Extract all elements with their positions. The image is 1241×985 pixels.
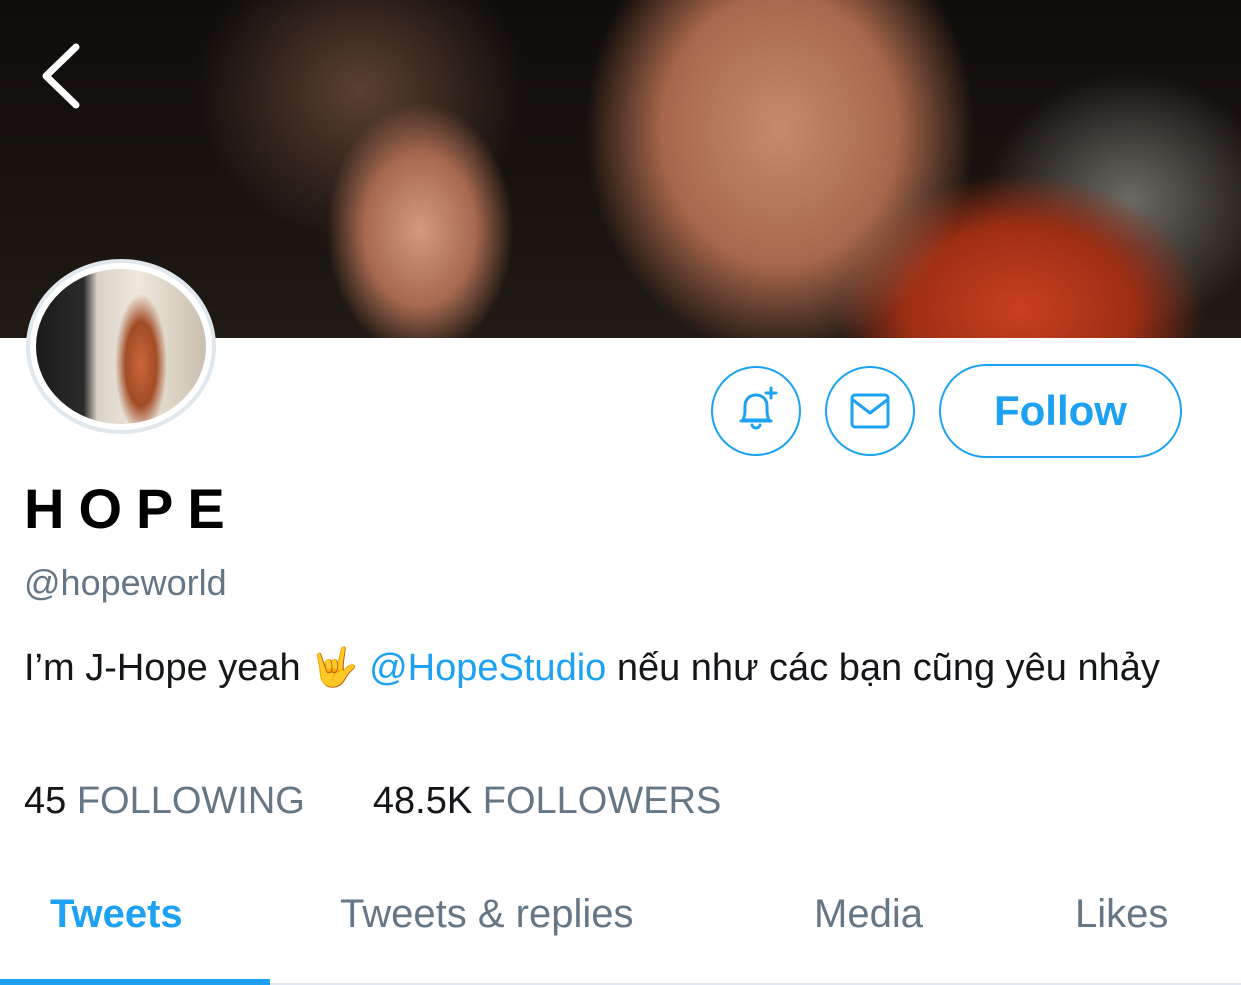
profile-stats: 45 FOLLOWING 48.5K FOLLOWERS — [24, 780, 721, 823]
follow-button[interactable]: Follow — [939, 364, 1182, 458]
active-tab-indicator — [0, 979, 270, 985]
avatar[interactable] — [26, 259, 216, 434]
following-stat[interactable]: 45 FOLLOWING — [24, 780, 305, 823]
back-button[interactable] — [30, 40, 90, 112]
avatar-image — [36, 269, 206, 424]
followers-count: 48.5K — [372, 780, 473, 822]
followers-stat[interactable]: 48.5K FOLLOWERS — [373, 780, 721, 823]
profile-bio: I’m J-Hope yeah 🤟 @HopeStudio nếu như cá… — [24, 643, 1224, 693]
user-handle: @hopeworld — [24, 562, 227, 603]
following-label: FOLLOWING — [76, 780, 305, 822]
profile-tabs: Tweets Tweets & replies Media Likes — [0, 870, 1241, 985]
mail-icon — [850, 393, 890, 429]
tab-likes[interactable]: Likes — [1075, 892, 1168, 937]
tab-media[interactable]: Media — [814, 892, 923, 937]
bio-mention-link[interactable]: @HopeStudio — [369, 647, 606, 689]
following-count: 45 — [24, 780, 67, 822]
display-name: HOPE — [24, 477, 239, 540]
bio-text: I’m J-Hope yeah 🤟 — [24, 647, 370, 689]
message-button[interactable] — [825, 366, 915, 456]
followers-label: FOLLOWERS — [482, 780, 722, 822]
bio-text-rest: nếu như các bạn cũng yêu nhảy — [606, 647, 1160, 689]
chevron-left-icon — [42, 43, 80, 109]
bell-plus-icon — [739, 386, 778, 430]
tab-tweets-replies[interactable]: Tweets & replies — [340, 892, 633, 937]
notifications-button[interactable] — [711, 366, 801, 456]
tab-tweets[interactable]: Tweets — [50, 892, 183, 937]
